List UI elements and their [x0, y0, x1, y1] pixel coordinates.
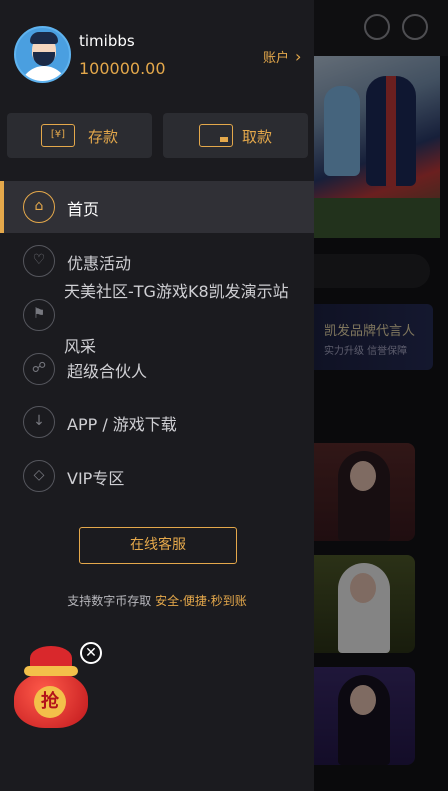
red-packet-float[interactable]: 抢: [12, 646, 90, 730]
deposit-label: 存款: [88, 128, 119, 146]
chevron-right-icon: ›: [295, 47, 302, 66]
menu-item-vip[interactable]: ◇ VIP专区: [0, 450, 314, 502]
home-icon: ⌂: [23, 191, 55, 223]
menu-item-label: 超级合伙人: [67, 362, 148, 381]
red-packet-knot: [24, 666, 78, 676]
menu-item-style[interactable]: ⚑: [0, 289, 314, 341]
crypto-note-highlight: 安全·便捷·秒到账: [155, 594, 247, 608]
download-icon: ↓: [23, 406, 55, 438]
deposit-button[interactable]: [¥] 存款: [7, 113, 152, 158]
crypto-note-prefix: 支持数字币存取: [67, 594, 156, 608]
menu-item-label: VIP专区: [67, 469, 125, 488]
heart-icon: ♡: [23, 245, 55, 277]
online-service-button[interactable]: 在线客服: [79, 527, 237, 564]
balance: 100000.00: [79, 59, 166, 78]
menu-item-label: 首页: [67, 200, 100, 219]
crypto-note: 支持数字币存取 安全·便捷·秒到账: [0, 592, 314, 609]
menu-item-label: APP / 游戏下载: [67, 415, 177, 434]
card-icon: [199, 124, 233, 147]
app-root: 凯发品牌代言人 实力升级 信誉保障 timibbs 100000.00 账户›: [0, 0, 448, 791]
avatar-hair: [30, 32, 58, 44]
avatar-body: [20, 66, 68, 81]
avatar[interactable]: [14, 26, 71, 83]
menu-item-app-download[interactable]: ↓ APP / 游戏下载: [0, 396, 314, 448]
menu-item-partner[interactable]: ☍ 超级合伙人: [0, 343, 314, 395]
account-link-label: 账户: [263, 51, 290, 66]
close-icon[interactable]: ✕: [80, 642, 102, 664]
diamond-icon: ◇: [23, 460, 55, 492]
deposit-icon: [¥]: [41, 124, 75, 147]
menu-item-home[interactable]: ⌂ 首页: [0, 181, 314, 233]
menu-item-label: 优惠活动: [67, 254, 132, 273]
profile-section: timibbs 100000.00 账户 ›: [0, 0, 314, 100]
withdraw-label: 取款: [242, 128, 273, 146]
username: timibbs: [79, 32, 135, 50]
red-packet-char: 抢: [34, 686, 66, 718]
partner-icon: ☍: [23, 353, 55, 385]
withdraw-button[interactable]: 取款: [163, 113, 308, 158]
avatar-beard: [33, 52, 55, 66]
flag-icon: ⚑: [23, 299, 55, 331]
account-link[interactable]: 账户 ›: [263, 47, 301, 66]
